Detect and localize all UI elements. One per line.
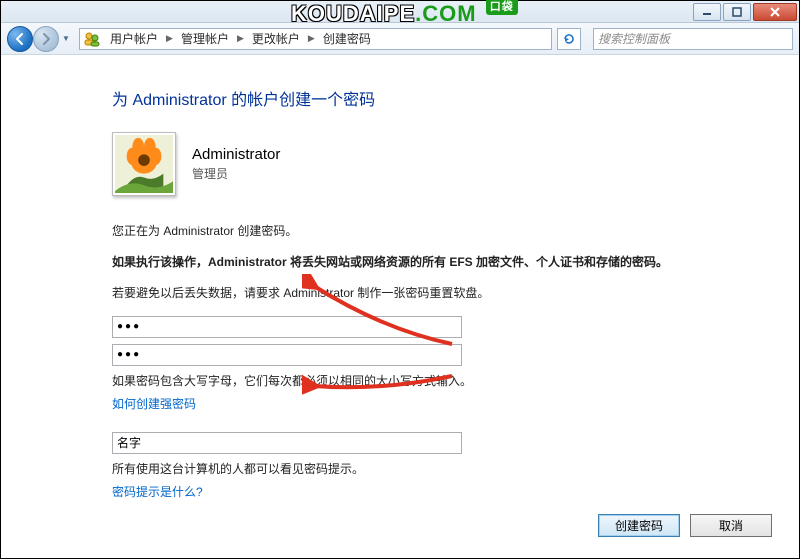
- back-button[interactable]: [7, 26, 33, 52]
- page-title: 为 Administrator 的帐户创建一个密码: [112, 86, 692, 110]
- user-avatar: [112, 132, 176, 196]
- search-input[interactable]: [598, 32, 788, 46]
- info-text: 您正在为 Administrator 创建密码。: [112, 222, 692, 241]
- chevron-right-icon: ▶: [235, 33, 246, 44]
- confirm-password-input[interactable]: ●●●: [112, 344, 462, 366]
- arrow-right-icon: [39, 32, 53, 46]
- content-pane: 为 Administrator 的帐户创建一个密码: [2, 56, 798, 557]
- breadcrumb-item[interactable]: 创建密码: [317, 29, 377, 49]
- hint-visibility-note: 所有使用这台计算机的人都可以看见密码提示。: [112, 460, 692, 479]
- maximize-button[interactable]: [723, 3, 751, 21]
- case-sensitivity-note: 如果密码包含大写字母，它们每次都必须以相同的大小写方式输入。: [112, 372, 692, 391]
- chevron-right-icon: ▶: [306, 33, 317, 44]
- create-password-button[interactable]: 创建密码: [598, 514, 680, 537]
- what-is-hint-link[interactable]: 密码提示是什么?: [112, 483, 203, 500]
- account-role: 管理员: [192, 165, 280, 182]
- new-password-input[interactable]: ●●●: [112, 316, 462, 338]
- flower-avatar-icon: [115, 135, 173, 193]
- breadcrumb-item[interactable]: 更改帐户: [246, 29, 306, 49]
- cancel-button[interactable]: 取消: [690, 514, 772, 537]
- search-box[interactable]: [593, 28, 793, 50]
- account-name: Administrator: [192, 146, 280, 163]
- minimize-button[interactable]: [693, 3, 721, 21]
- warning-text: 如果执行该操作，Administrator 将丢失网站或网络资源的所有 EFS …: [112, 253, 692, 272]
- chevron-right-icon: ▶: [164, 33, 175, 44]
- user-summary: Administrator 管理员: [112, 132, 692, 196]
- window-titlebar: [1, 1, 799, 23]
- breadcrumb-bar[interactable]: 用户帐户 ▶ 管理帐户 ▶ 更改帐户 ▶ 创建密码: [79, 28, 552, 50]
- arrow-left-icon: [13, 32, 27, 46]
- strong-password-link[interactable]: 如何创建强密码: [112, 395, 196, 412]
- forward-button[interactable]: [33, 26, 59, 52]
- breadcrumb-item[interactable]: 用户帐户: [104, 29, 164, 49]
- password-hint-input[interactable]: 名字: [112, 432, 462, 454]
- navigation-toolbar: ▼ 用户帐户 ▶ 管理帐户 ▶ 更改帐户 ▶ 创建密码: [1, 23, 799, 55]
- close-button[interactable]: [753, 3, 797, 21]
- nav-history-dropdown[interactable]: ▼: [59, 28, 73, 50]
- breadcrumb-item[interactable]: 管理帐户: [175, 29, 235, 49]
- avoid-loss-text: 若要避免以后丢失数据，请要求 Administrator 制作一张密码重置软盘。: [112, 284, 692, 303]
- user-accounts-icon: [84, 31, 100, 47]
- refresh-button[interactable]: [557, 28, 581, 50]
- refresh-icon: [562, 32, 576, 46]
